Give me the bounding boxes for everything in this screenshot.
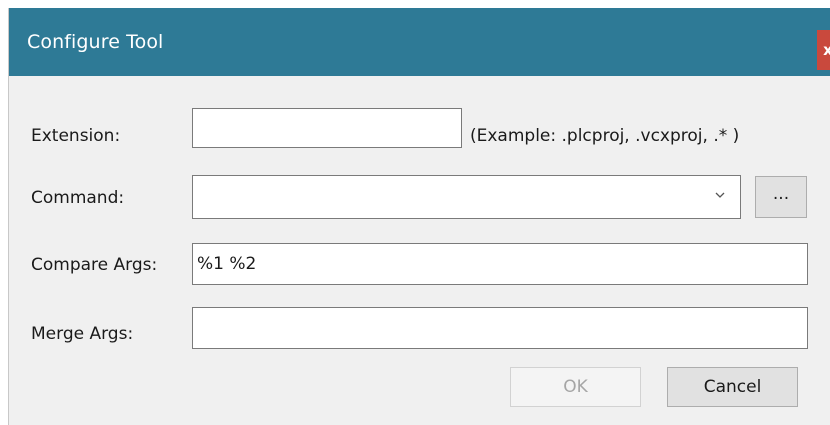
merge-args-label: Merge Args: (31, 324, 134, 344)
command-combobox[interactable] (192, 175, 741, 219)
configure-tool-dialog: Configure Tool x Extension: (Example: .p… (8, 8, 830, 425)
extension-input[interactable] (192, 108, 462, 148)
title-bar: Configure Tool (9, 8, 830, 76)
command-label: Command: (31, 188, 125, 208)
compare-args-label: Compare Args: (31, 255, 158, 275)
browse-command-button[interactable]: ... (755, 176, 807, 218)
ok-button[interactable]: OK (510, 367, 641, 407)
chevron-down-icon (715, 192, 725, 198)
window-title: Configure Tool (27, 31, 164, 53)
close-button[interactable]: x (817, 30, 830, 70)
extension-example-hint: (Example: .plcproj, .vcxproj, .* ) (470, 126, 740, 146)
cancel-button[interactable]: Cancel (667, 367, 798, 407)
extension-label: Extension: (31, 126, 121, 146)
merge-args-input[interactable] (192, 307, 808, 349)
compare-args-input[interactable] (192, 243, 808, 285)
